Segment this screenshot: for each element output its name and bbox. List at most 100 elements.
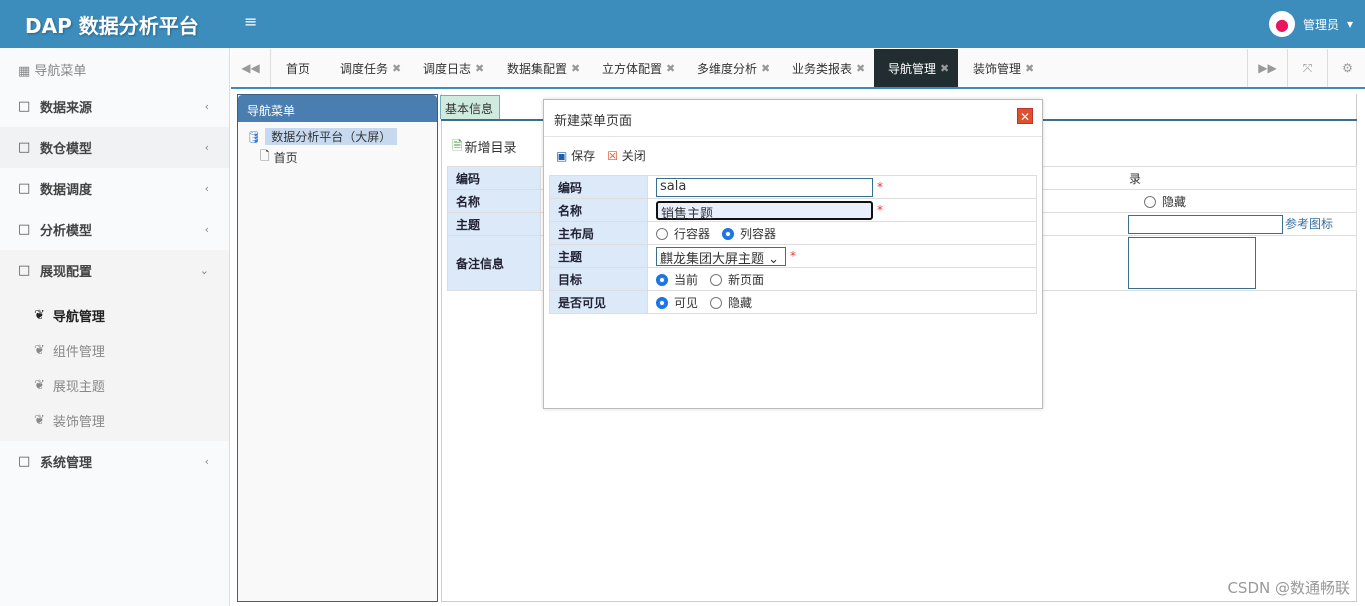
close-icon[interactable]: ✖: [940, 62, 949, 75]
tab-schedule-task[interactable]: 调度任务 ✖: [340, 49, 401, 87]
hide-radio[interactable]: [1144, 196, 1156, 208]
dialog-title: 新建菜单页面: [554, 114, 633, 129]
floppy-icon: ▣: [556, 149, 568, 163]
folder-icon: □: [18, 140, 31, 155]
user-name: 管理员: [1302, 17, 1339, 32]
tree-node-home[interactable]: 🗋 首页: [260, 147, 298, 168]
tab-decoration-manage[interactable]: 装饰管理 ✖: [973, 49, 1034, 87]
sidebar-subitem-decoration-manage[interactable]: ❦ 装饰管理: [34, 411, 105, 430]
top-header: DAP 数据分析平台 ≡ ● 管理员 ▾: [0, 0, 1365, 48]
tab-home[interactable]: 首页: [286, 49, 310, 87]
tab-multidim-analysis[interactable]: 多维度分析 ✖: [697, 49, 770, 87]
close-icon[interactable]: ✖: [761, 62, 770, 75]
caret-down-icon: ▾: [1346, 17, 1353, 31]
tab-basic-info[interactable]: 基本信息: [440, 95, 500, 119]
dialog-form: 编码 sala * 名称 销售主题 * 主布局 行容器 列容器 主题 麒龙集团大屏主题 ⌄ * …: [549, 175, 1037, 314]
close-icon[interactable]: ✖: [856, 62, 865, 75]
tab-bar: ◀◀ 首页 调度任务 ✖ 调度日志 ✖ 数据集配置 ✖ 立方体配置 ✖ 多维度分析 ✖ 业…: [231, 49, 1365, 89]
tab-dataset-config[interactable]: 数据集配置 ✖: [507, 49, 580, 87]
tab-schedule-log[interactable]: 调度日志 ✖: [423, 49, 484, 87]
close-icon[interactable]: ✕: [1017, 108, 1033, 124]
leaf-icon: ❦: [34, 343, 45, 358]
sidebar-item-warehouse[interactable]: □ 数仓模型 ‹: [0, 127, 229, 168]
sidebar-subitem-component-manage[interactable]: ❦ 组件管理: [34, 341, 105, 360]
sidebar-item-analysis-model[interactable]: □ 分析模型 ‹: [0, 209, 229, 250]
sidebar-item-system[interactable]: □ 系统管理 ‹: [0, 441, 229, 482]
code-input[interactable]: sala: [656, 177, 873, 197]
chevron-left-icon: ‹: [204, 100, 209, 113]
required-mark: *: [877, 179, 883, 194]
save-button[interactable]: ▣ 保存: [556, 147, 595, 164]
close-icon[interactable]: ✖: [571, 62, 580, 75]
location-pin-icon: ●: [1268, 11, 1295, 37]
gear-icon[interactable]: ⚙: [1327, 49, 1365, 87]
menu-toggle-icon[interactable]: ≡: [244, 12, 257, 31]
divider: [544, 136, 1042, 137]
add-folder-icon: 🗎: [452, 139, 463, 154]
nav-tree-panel: 导航菜单 🛢 数据分析平台（大屏） 🗋 首页: [237, 94, 438, 602]
required-mark: *: [790, 248, 796, 263]
tab-nav-manage[interactable]: 导航管理 ✖: [874, 49, 958, 87]
fullscreen-icon[interactable]: ⤧: [1287, 49, 1327, 87]
chevron-left-icon: ‹: [204, 223, 209, 236]
label-theme: 主题: [447, 212, 541, 236]
target-current-radio[interactable]: 当前: [656, 273, 698, 287]
label-code: 编码: [447, 166, 541, 190]
layout-column-radio[interactable]: 列容器: [722, 227, 776, 241]
label-target: 目标: [549, 267, 648, 291]
folder-icon: □: [18, 263, 31, 278]
scroll-tabs-right-icon[interactable]: ▶▶: [1247, 49, 1287, 87]
reference-icon-link[interactable]: 参考图标: [1285, 217, 1333, 231]
scroll-tabs-left-icon[interactable]: ◀◀: [231, 49, 271, 87]
sidebar-subitem-display-theme[interactable]: ❦ 展现主题: [34, 376, 105, 395]
sidebar-subitem-nav-manage[interactable]: ❦ 导航管理: [34, 306, 105, 325]
required-mark: *: [877, 202, 883, 217]
tab-business-report[interactable]: 业务类报表 ✖: [792, 49, 865, 87]
tree-node-root[interactable]: 🛢 数据分析平台（大屏）: [246, 128, 398, 145]
remarks-textarea[interactable]: [1128, 237, 1256, 289]
leaf-icon: ❦: [34, 378, 45, 393]
leaf-icon: ❦: [34, 413, 45, 428]
new-menu-page-dialog: 新建菜单页面 ✕ ▣ 保存 ☒ 关闭 编码 sala * 名称 销售主题 * 主布局 行容…: [543, 99, 1043, 409]
user-menu[interactable]: ● 管理员 ▾: [1268, 11, 1353, 37]
label-theme: 主题: [549, 244, 648, 268]
panel-title: 导航菜单: [238, 95, 437, 122]
hide-label: 隐藏: [1162, 194, 1187, 209]
close-icon[interactable]: ✖: [475, 62, 484, 75]
close-icon[interactable]: ✖: [1025, 62, 1034, 75]
theme-select[interactable]: 麒龙集团大屏主题 ⌄: [656, 246, 786, 267]
watermark: CSDN @数通畅联: [1227, 579, 1350, 597]
name-input[interactable]: 销售主题: [656, 200, 873, 222]
folder-icon: □: [18, 222, 31, 237]
layout-row-radio[interactable]: 行容器: [656, 227, 710, 241]
close-icon[interactable]: ✖: [666, 62, 675, 75]
visible-hidden-radio[interactable]: 隐藏: [710, 296, 752, 310]
label-name: 名称: [549, 198, 648, 222]
grid-icon: ▦: [18, 64, 35, 79]
chevron-down-icon: ⌄: [768, 251, 780, 267]
sidebar: ▦ 导航菜单 □ 数据来源 ‹ □ 数仓模型 ‹ □ 数据调度 ‹ □ 分析模型 ‹ □ 展现配置…: [0, 48, 230, 606]
visible-yes-radio[interactable]: 可见: [656, 296, 698, 310]
leaf-icon: ❦: [34, 308, 45, 323]
chevron-left-icon: ‹: [204, 455, 209, 468]
icon-input[interactable]: [1128, 214, 1283, 234]
label-layout: 主布局: [549, 221, 648, 245]
sidebar-item-scheduling[interactable]: □ 数据调度 ‹: [0, 168, 229, 209]
sidebar-item-data-source[interactable]: □ 数据来源 ‹: [0, 86, 229, 127]
app-title: DAP 数据分析平台: [25, 14, 199, 38]
folder-icon: □: [18, 454, 31, 469]
chevron-left-icon: ‹: [204, 141, 209, 154]
close-button[interactable]: ☒ 关闭: [607, 147, 646, 164]
sidebar-item-display-config[interactable]: □ 展现配置 ⌄: [0, 250, 229, 291]
add-directory-button[interactable]: 🗎 新增目录: [452, 137, 516, 159]
target-new-page-radio[interactable]: 新页面: [710, 273, 764, 287]
chevron-left-icon: ‹: [204, 182, 209, 195]
label-name: 名称: [447, 189, 541, 213]
label-remarks: 备注信息: [447, 235, 541, 291]
sidebar-title: ▦ 导航菜单: [18, 64, 87, 79]
tab-cube-config[interactable]: 立方体配置 ✖: [602, 49, 675, 87]
close-icon[interactable]: ✖: [392, 62, 401, 75]
close-x-icon: ☒: [607, 149, 618, 163]
database-icon: 🛢: [246, 129, 262, 144]
chevron-down-icon: ⌄: [199, 264, 209, 277]
